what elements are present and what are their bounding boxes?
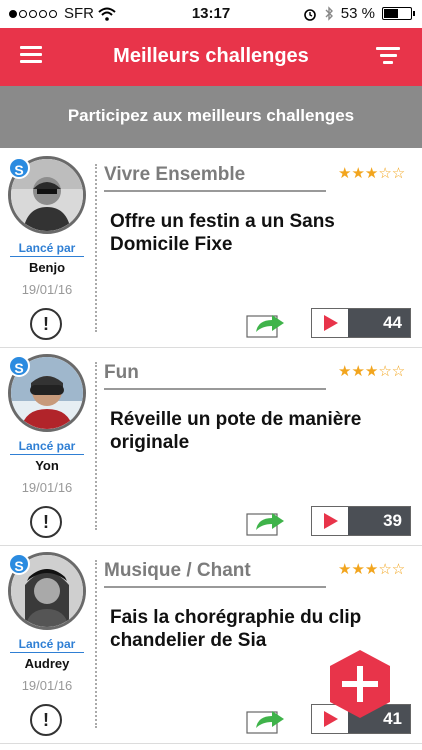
- report-icon[interactable]: !: [30, 704, 62, 736]
- bluetooth-icon: [325, 6, 333, 21]
- challenge-title[interactable]: Fais la chorégraphie du clip chandelier …: [110, 606, 380, 652]
- challenge-date: 19/01/16: [21, 678, 73, 693]
- view-count: 44: [348, 309, 410, 337]
- challenge-category: Musique / Chant: [104, 560, 251, 581]
- battery-percent: 53 %: [340, 5, 375, 22]
- challenge-category: Vivre Ensemble: [104, 164, 246, 185]
- shazam-badge-icon: S: [8, 157, 30, 179]
- play-button[interactable]: 44: [311, 308, 411, 338]
- challenge-date: 19/01/16: [21, 480, 73, 495]
- report-icon[interactable]: !: [30, 308, 62, 340]
- challenge-title[interactable]: Réveille un pote de manière originale: [110, 408, 380, 454]
- alarm-icon: [303, 8, 316, 21]
- banner-text: Participez aux meilleurs challenges: [67, 106, 355, 125]
- view-count: 39: [348, 507, 410, 535]
- username[interactable]: Benjo: [0, 260, 94, 275]
- play-button[interactable]: 39: [311, 506, 411, 536]
- section-banner: Participez aux meilleurs challenges: [0, 86, 422, 148]
- page-title: Meilleurs challenges: [113, 45, 309, 67]
- status-bar: SFR 13:17 53 %: [0, 0, 422, 28]
- challenge-title[interactable]: Offre un festin a un Sans Domicile Fixe: [110, 210, 380, 256]
- rating-stars: ★★★☆☆: [338, 363, 406, 380]
- rating-stars: ★★★☆☆: [338, 561, 406, 578]
- username[interactable]: Yon: [0, 458, 94, 473]
- rating-stars: ★★★☆☆: [338, 165, 406, 182]
- battery-icon: [382, 7, 415, 20]
- play-icon: [324, 513, 338, 529]
- challenge-card[interactable]: S Lancé par Benjo 19/01/16 ! Vivre Ensem…: [0, 150, 422, 348]
- challenge-card[interactable]: S Lancé par Yon 19/01/16 ! Fun ★★★☆☆ Rév…: [0, 348, 422, 546]
- filter-icon[interactable]: [376, 47, 400, 65]
- launched-by-label: Lancé par: [18, 241, 76, 255]
- play-icon: [324, 315, 338, 331]
- challenge-date: 19/01/16: [21, 282, 73, 297]
- launched-by-label: Lancé par: [18, 637, 76, 651]
- share-icon[interactable]: [246, 310, 286, 338]
- share-icon[interactable]: [246, 508, 286, 536]
- shazam-badge-icon: S: [8, 355, 30, 377]
- shazam-badge-icon: S: [8, 553, 30, 575]
- report-icon[interactable]: !: [30, 506, 62, 538]
- launched-by-label: Lancé par: [18, 439, 76, 453]
- share-icon[interactable]: [246, 706, 286, 734]
- add-challenge-button[interactable]: [326, 648, 394, 720]
- app-header: Meilleurs challenges: [0, 28, 422, 86]
- username[interactable]: Audrey: [0, 656, 94, 671]
- status-right: 53 %: [303, 5, 415, 22]
- challenge-category: Fun: [104, 362, 139, 383]
